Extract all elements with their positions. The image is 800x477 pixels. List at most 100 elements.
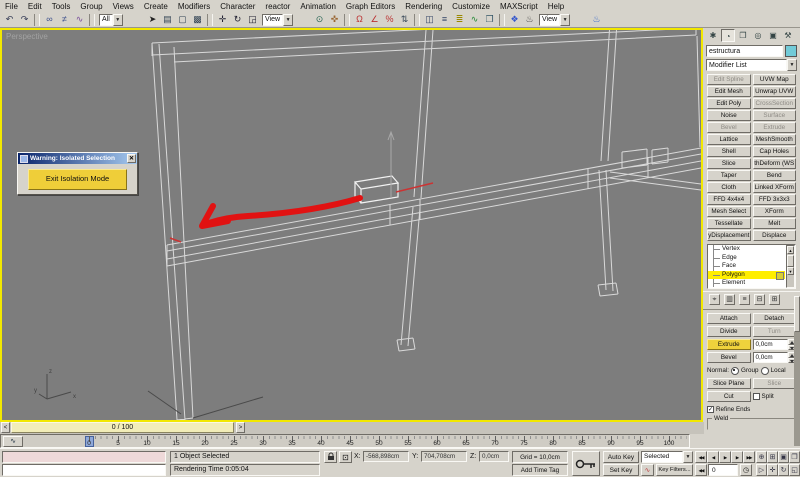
shell-button[interactable]: Shell (707, 146, 751, 157)
trackbar-ruler[interactable]: 0 5 10 15 20 25 30 35 40 45 50 55 60 65 70 75 80 85 90 95 10… (25, 435, 687, 448)
auto-key-button[interactable]: Auto Key (603, 451, 639, 463)
selection-set-dropdown[interactable]: Selected ▼ (641, 451, 693, 463)
unlink-selection-icon[interactable]: ≠ (57, 13, 72, 26)
noise-button[interactable]: Noise (707, 110, 751, 121)
scroll-up-icon[interactable]: ▲ (787, 246, 794, 254)
maxscript-mini-listener-pink[interactable] (2, 451, 166, 463)
menu-item-tools[interactable]: Tools (47, 2, 76, 11)
object-color-swatch[interactable] (785, 45, 797, 57)
close-icon[interactable]: ✕ (127, 154, 136, 163)
align-icon[interactable]: ≡ (437, 13, 452, 26)
menu-item-edit[interactable]: Edit (23, 2, 47, 11)
extrude-amount-field[interactable]: 0,0cm (752, 339, 788, 350)
menu-item-maxscript[interactable]: MAXScript (495, 2, 543, 11)
slice-plane-button[interactable]: Slice Plane (707, 378, 751, 389)
configure-modifier-sets-icon[interactable]: ⊞ (769, 294, 780, 305)
make-unique-icon[interactable]: ≡ (739, 294, 750, 305)
select-and-scale-icon[interactable]: ◲ (245, 13, 260, 26)
pan-button[interactable]: ✛ (767, 464, 778, 476)
extrude-button[interactable]: Extrude (707, 339, 751, 350)
bend-button[interactable]: Bend (752, 170, 796, 181)
menu-item-rendering[interactable]: Rendering (400, 2, 447, 11)
previous-frame-button[interactable]: ◀ (707, 451, 719, 463)
unwrap-uvw-button[interactable]: Unwrap UVW (752, 86, 796, 97)
reference-coordinate-dropdown[interactable]: View ▼ (262, 13, 310, 26)
tab-create[interactable]: ✱ (706, 29, 720, 42)
chevron-down-icon[interactable]: ▼ (787, 59, 797, 71)
viewport-label[interactable]: Perspective (6, 32, 48, 41)
select-by-name-icon[interactable]: ▤ (160, 13, 175, 26)
menu-item-customize[interactable]: Customize (447, 2, 495, 11)
mini-curve-editor-button[interactable]: ∿ (3, 436, 23, 447)
tab-display[interactable]: ▣ (766, 29, 780, 42)
percent-snap-icon[interactable]: % (382, 13, 397, 26)
stack-item-polygon[interactable]: Polygon (708, 270, 785, 280)
time-slider-prev-button[interactable]: < (1, 422, 10, 433)
render-scene-icon[interactable]: ♨ (522, 13, 537, 26)
ydisplacement-button[interactable]: yDisplacement (707, 230, 751, 241)
key-filters-button[interactable]: Key Filters... (656, 464, 693, 476)
select-and-move-icon[interactable]: ✛ (215, 13, 230, 26)
arc-rotate-button[interactable]: ↻ (778, 464, 789, 476)
menu-item-help[interactable]: Help (543, 2, 569, 11)
selection-filter-dropdown[interactable]: All ▼ (99, 13, 143, 26)
material-editor-icon[interactable]: ❖ (507, 13, 522, 26)
zoom-extents-all-button[interactable]: ❐ (789, 451, 800, 463)
quick-render-icon[interactable]: ♨ (589, 13, 604, 26)
track-bar[interactable]: ∿ 0 5 10 15 20 25 30 35 40 45 50 55 60 65 70 75 80 85 90 95… (0, 434, 690, 448)
go-to-start-button[interactable]: ◀◀ (695, 451, 707, 463)
displace-button[interactable]: Displace (752, 230, 796, 241)
zoom-all-button[interactable]: ⊞ (767, 451, 778, 463)
split-checkbox[interactable] (752, 393, 760, 400)
menu-item-reactor[interactable]: reactor (260, 2, 295, 11)
select-and-manipulate-icon[interactable]: ✜ (327, 13, 342, 26)
taper-button[interactable]: Taper (707, 170, 751, 181)
melt-button[interactable]: Melt (752, 218, 796, 229)
menu-item-graph-editors[interactable]: Graph Editors (341, 2, 400, 11)
rectangular-selection-region-icon[interactable]: ▢ (175, 13, 190, 26)
stack-item-element[interactable]: Element (708, 279, 785, 288)
selection-lock-toggle[interactable] (324, 451, 337, 463)
field-of-view-button[interactable]: ▷ (756, 464, 767, 476)
bind-to-space-warp-icon[interactable]: ∿ (72, 13, 87, 26)
cap-holes-button[interactable]: Cap Holes (752, 146, 796, 157)
ffd-3x3x3-button[interactable]: FFD 3x3x3 (752, 194, 796, 205)
window-crossing-toggle-icon[interactable]: ▩ (190, 13, 205, 26)
bevel-amount-field[interactable]: 0,0cm (752, 352, 788, 363)
curve-editor-icon[interactable]: ∿ (467, 13, 482, 26)
tessellate-button[interactable]: Tessellate (707, 218, 751, 229)
panel-scrollbar-thumb[interactable] (794, 296, 800, 332)
go-to-end-button[interactable]: ▶▶ (743, 451, 755, 463)
stack-item-vertex[interactable]: Vertex (708, 245, 785, 254)
undo-icon[interactable]: ↶ (2, 13, 17, 26)
set-key-button[interactable]: Set Key (603, 464, 639, 476)
meshsmooth-button[interactable]: MeshSmooth (752, 134, 796, 145)
show-end-result-icon[interactable]: ▥ (724, 294, 735, 305)
pin-stack-icon[interactable]: ⌖ (709, 294, 720, 305)
panel-scrollbar[interactable] (794, 296, 800, 446)
uvw-map-button[interactable]: UVW Map (752, 74, 796, 85)
zoom-button[interactable]: ⊕ (756, 451, 767, 463)
scroll-down-icon[interactable]: ▼ (787, 267, 794, 275)
stack-scrollbar-thumb[interactable] (787, 255, 794, 267)
time-configuration-button[interactable]: ◷ (740, 464, 752, 476)
cloth-button[interactable]: Cloth (707, 182, 751, 193)
next-frame-button[interactable]: ▶ (731, 451, 743, 463)
menu-item-file[interactable]: File (0, 2, 23, 11)
render-type-dropdown[interactable]: View ▼ (539, 13, 587, 26)
z-coordinate-field[interactable]: 0,0cm (479, 451, 509, 462)
add-time-tag[interactable]: Add Time Tag (512, 464, 568, 476)
chevron-down-icon[interactable]: ▼ (283, 13, 294, 26)
edit-poly-button[interactable]: Edit Poly (707, 98, 751, 109)
stack-item-edge[interactable]: Edge (708, 254, 785, 263)
layer-manager-icon[interactable]: ≣ (452, 13, 467, 26)
thdeform-ws-button[interactable]: thDeform (WS (752, 158, 796, 169)
time-slider-next-button[interactable]: > (236, 422, 245, 433)
object-name-field[interactable]: estructura (706, 45, 783, 57)
current-frame-field[interactable]: 0 (708, 464, 738, 476)
chevron-down-icon[interactable]: ▼ (112, 13, 123, 26)
divide-button[interactable]: Divide (707, 326, 751, 337)
set-keys-button[interactable] (572, 451, 600, 476)
mesh-select-button[interactable]: Mesh Select (707, 206, 751, 217)
schematic-view-icon[interactable]: ❐ (482, 13, 497, 26)
